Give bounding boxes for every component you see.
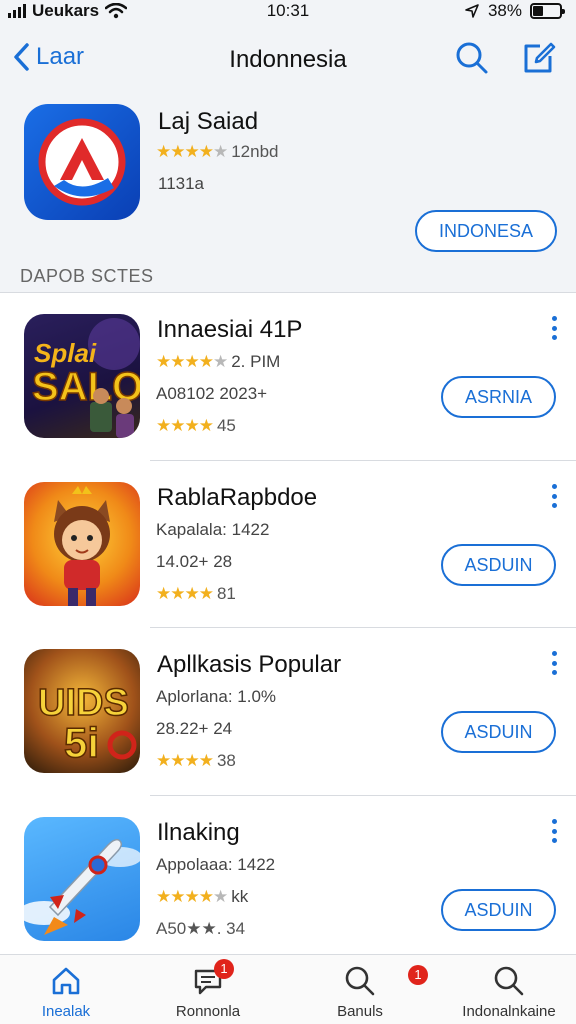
svg-text:UIDS: UIDS (38, 682, 129, 724)
list-item[interactable]: RablaRapbdoe Kapalala: 1422 14.02+ 28 ★★… (0, 462, 576, 626)
app-logo-icon (38, 118, 126, 206)
app-rating: A50★★. 34 (156, 919, 246, 938)
featured-rating: ★★★★★ 12nbd (156, 142, 279, 162)
more-options-icon[interactable] (546, 482, 562, 510)
tab-label: Ronnonla (175, 1003, 241, 1020)
app-meta-text: Aplorlana: 1.0% (156, 687, 277, 706)
get-button[interactable]: ASDUIN (441, 711, 556, 753)
more-options-icon[interactable] (546, 649, 562, 677)
app-meta: Aplorlana: 1.0% (156, 687, 276, 707)
section-header: DAPOB SCTES (20, 266, 154, 286)
featured-rating-text: 12nbd (231, 142, 279, 161)
back-label: Laar (36, 43, 85, 70)
app-icon: UIDS 5i (24, 649, 140, 773)
star-rating: ★★★★★ (156, 142, 228, 161)
star-rating: ★★★★★ (156, 352, 228, 371)
get-button[interactable]: ASDUIN (441, 889, 556, 931)
status-right: 38% (464, 1, 565, 21)
chevron-left-icon (14, 43, 29, 71)
app-meta-text: 2. PIM (231, 352, 281, 371)
tab-label: Indonalnkaine (462, 1003, 556, 1020)
app-title: Apllkasis Popular (157, 651, 342, 678)
app-title: Ilnaking (157, 819, 240, 846)
search-icon: 1 (344, 965, 428, 997)
get-button[interactable]: ASDUIN (441, 544, 556, 586)
app-subtitle: 28.22+ 24 (156, 719, 233, 738)
status-bar: Ueukars 10:31 38% (0, 0, 576, 24)
star-rating: ★★★★★ (156, 887, 228, 906)
divider (150, 627, 576, 628)
header-section: Laar Indonnesia Laj Saiad ★★★★★ 12nbd 11… (0, 24, 576, 292)
battery-percent: 38% (487, 1, 522, 20)
tab-messages[interactable]: 1 Ronnonla (160, 955, 256, 1024)
divider (0, 292, 576, 293)
app-meta: Appolaaa: 1422 (156, 855, 275, 875)
featured-get-button[interactable]: INDONESA (415, 210, 557, 252)
tab-label: Banuls (337, 1003, 383, 1020)
nav-actions (454, 40, 556, 76)
get-button[interactable]: ASRNIA (441, 376, 556, 418)
notification-badge: 1 (214, 959, 234, 979)
search-icon[interactable] (454, 40, 490, 76)
tab-search[interactable]: 1 Banuls (318, 955, 428, 1024)
app-rating: ★★★★ 81 (156, 584, 236, 604)
app-meta: ★★★★★ 2. PIM (156, 352, 280, 372)
featured-app-title: Laj Saiad (158, 108, 259, 135)
star-rating: ★★★★ (156, 416, 214, 435)
chat-icon: 1 (192, 959, 234, 997)
app-rating: ★★★★ 45 (156, 416, 236, 436)
app-icon (24, 482, 140, 606)
app-subtitle: ★★★★★ kk (156, 887, 248, 907)
app-meta-text: Kapalala: 1422 (156, 520, 270, 539)
more-options-icon[interactable] (546, 817, 562, 845)
list-item[interactable]: UIDS 5i Apllkasis Popular Aplorlana: 1.0… (0, 629, 576, 793)
app-rating: ★★★★ 38 (156, 751, 236, 771)
location-icon (465, 4, 479, 18)
featured-count: 1131a (158, 174, 205, 193)
tab-home[interactable]: Inealak (24, 955, 108, 1024)
svg-text:5i: 5i (64, 719, 99, 766)
app-subtitle: A08102 2023+ (156, 384, 268, 403)
list-item[interactable]: Ilnaking Appolaaa: 1422 ★★★★★ kk A50★★. … (0, 797, 576, 952)
more-options-icon[interactable] (546, 314, 562, 342)
app-icon (24, 817, 140, 941)
list-item[interactable]: Splai SALO Innaesiai 41P ★★★★★ 2. PIM A0… (0, 294, 576, 458)
app-title: Innaesiai 41P (157, 316, 303, 343)
app-title: RablaRapbdoe (157, 484, 318, 511)
star-rating: ★★★★ (156, 751, 214, 770)
app-subtitle: 14.02+ 28 (156, 552, 233, 571)
app-meta: Kapalala: 1422 (156, 520, 269, 540)
star-rating: ★★★★ (156, 584, 214, 603)
tab-label: Inealak (41, 1003, 91, 1020)
app-icon: Splai SALO (24, 314, 140, 438)
search-icon (494, 966, 524, 996)
svg-text:Splai: Splai (34, 338, 97, 368)
divider (150, 460, 576, 461)
app-rating-text: 45 (216, 416, 236, 435)
compose-icon[interactable] (520, 40, 556, 76)
tab-explore[interactable]: Indonalnkaine (452, 955, 566, 1024)
battery-icon (530, 3, 565, 19)
app-subtitle-suffix: kk (231, 887, 249, 906)
divider (150, 795, 576, 796)
app-rating-text: 38 (216, 751, 236, 770)
featured-app-icon[interactable] (24, 104, 140, 220)
app-meta-text: Appolaaa: 1422 (156, 855, 276, 874)
notification-badge: 1 (408, 965, 428, 985)
app-rating-text: 81 (216, 584, 236, 603)
back-button[interactable]: Laar (12, 42, 84, 72)
tab-bar: Inealak 1 Ronnonla 1 Banuls Indonalnkain… (0, 954, 576, 1024)
home-icon (52, 967, 80, 995)
